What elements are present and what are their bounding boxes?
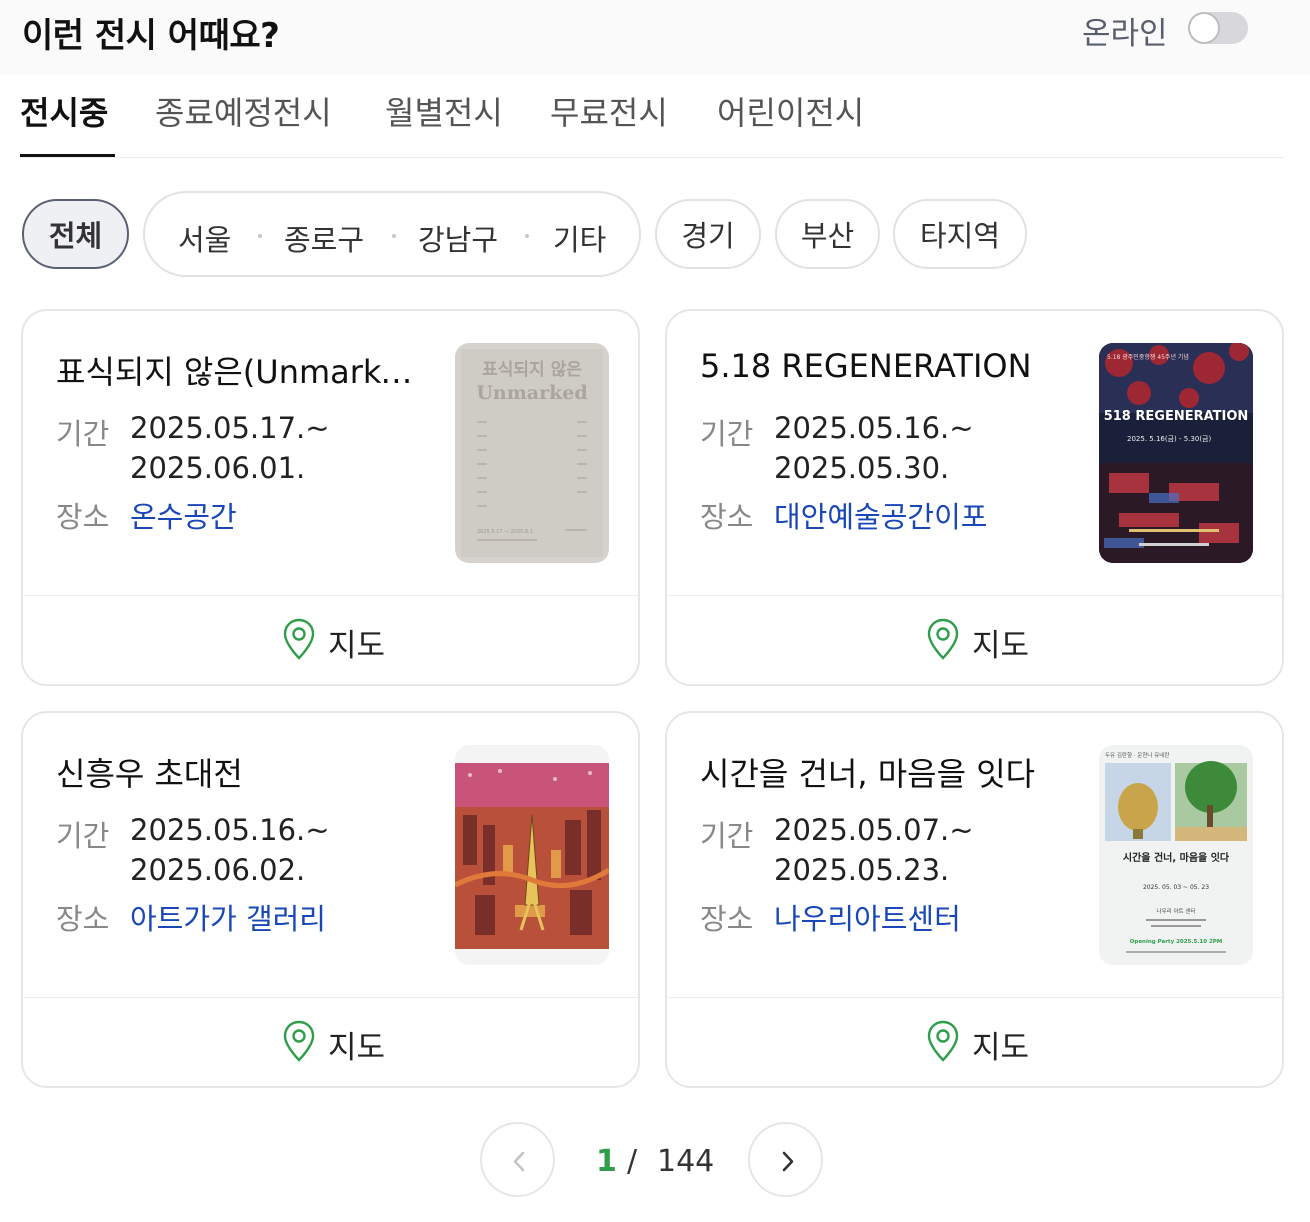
map-pin-icon [927,1020,959,1062]
region-chip-other-regions[interactable]: 타지역 [893,199,1027,269]
period-label: 기간 [56,417,110,451]
period-start: 2025.05.16.~ [130,813,330,847]
region-chip-etc[interactable]: 기타 [553,217,606,259]
region-chip-busan[interactable]: 부산 [775,199,880,269]
period-end: 2025.06.01. [130,451,306,485]
exhibition-card[interactable]: 시간을 건너, 마음을 잇다 기간 2025.05.07.~ 2025.05.2… [665,711,1284,1088]
map-label: 지도 [972,628,1030,664]
online-label: 온라인 [1082,16,1168,52]
tab-kids[interactable]: 어린이전시 [717,88,864,134]
next-page-button[interactable] [748,1122,823,1197]
venue-link[interactable]: 온수공간 [130,494,237,536]
map-button[interactable]: 지도 [667,998,1282,1086]
region-chip-jongno[interactable]: 종로구 [284,217,364,259]
poster-top: 5.18 광주민중항쟁 45주년 기념 [1107,353,1189,361]
separator-dot [392,234,396,238]
exhibition-poster[interactable]: 5.18 광주민중항쟁 45주년 기념 518 REGENERATION 202… [1099,343,1253,563]
poster-dates: 2025. 5.16(금) - 5.30(금) [1127,435,1211,443]
total-pages: 144 [657,1144,715,1179]
map-pin-icon [927,618,959,660]
exhibition-tabs: 전시중 종료예정전시 월별전시 무료전시 어린이전시 [20,78,1284,158]
poster-title: 시간을 건너, 마음을 잇다 [1123,851,1230,864]
tab-free[interactable]: 무료전시 [550,88,668,134]
exhibition-card[interactable]: 5.18 REGENERATION 기간 2025.05.16.~ 2025.0… [665,309,1284,686]
venue-link[interactable]: 아트가가 갤러리 [130,896,326,938]
page-separator: / [627,1144,638,1179]
poster-nauri-image: 두유 김란향 · 운현나 유네란 시간을 건너, 마음을 잇다 2025. 05… [1099,745,1253,965]
exhibition-name[interactable]: 표식되지 않은(Unmarked) [56,347,426,393]
exhibition-poster[interactable]: 표식되지 않은 Unmarked 2025.5.17 — 2025.6.1 [455,343,609,563]
region-chip-group-seoul: 서울 종로구 강남구 기타 [143,191,641,277]
period-start: 2025.05.17.~ [130,411,330,445]
map-label: 지도 [972,1030,1030,1066]
tab-ending-soon[interactable]: 종료예정전시 [155,88,332,134]
period-end: 2025.05.23. [774,853,950,887]
map-pin-icon [283,1020,315,1062]
exhibition-poster[interactable]: 두유 김란향 · 운현나 유네란 시간을 건너, 마음을 잇다 2025. 05… [1099,745,1253,965]
tab-monthly[interactable]: 월별전시 [385,88,503,134]
map-label: 지도 [328,628,386,664]
poster-dates: 2025. 05. 03 ~ 05. 23 [1143,884,1209,891]
venue-link[interactable]: 나우리아트센터 [774,896,961,938]
exhibition-card[interactable]: 신흥우 초대전 기간 2025.05.16.~ 2025.06.02. 장소 아… [21,711,640,1088]
map-button[interactable]: 지도 [667,596,1282,684]
period-start: 2025.05.07.~ [774,813,974,847]
period-end: 2025.06.02. [130,853,306,887]
venue-label: 장소 [56,902,110,936]
region-chip-gyeonggi[interactable]: 경기 [655,199,761,269]
separator-dot [525,234,529,238]
poster-title-en: Unmarked [476,382,587,404]
period-end: 2025.05.30. [774,451,950,485]
chevron-left-icon [513,1151,525,1172]
map-button[interactable]: 지도 [23,596,638,684]
toggle-knob [1188,12,1220,44]
header: 이런 전시 어때요? 온라인 [0,0,1310,75]
exhibition-name[interactable]: 시간을 건너, 마음을 잇다 [700,749,1070,795]
region-chip-seoul[interactable]: 서울 [178,217,231,259]
exhibition-name[interactable]: 5.18 REGENERATION [700,347,1070,385]
venue-label: 장소 [56,500,110,534]
poster-top: 두유 김란향 · 운현나 유네란 [1105,751,1169,759]
page-title: 이런 전시 어때요? [22,16,280,56]
poster-place: 나우리 아트 센터 [1157,907,1196,915]
chevron-right-icon [782,1151,794,1172]
venue-link[interactable]: 대안예술공간이포 [774,494,987,536]
poster-unmarked-image: 표식되지 않은 Unmarked 2025.5.17 — 2025.6.1 [455,343,609,563]
exhibition-poster[interactable] [455,745,609,965]
online-toggle[interactable] [1188,12,1248,44]
prev-page-button[interactable] [480,1122,555,1197]
period-label: 기간 [700,819,754,853]
period-start: 2025.05.16.~ [774,411,974,445]
poster-footer: 2025.5.17 — 2025.6.1 [477,529,533,535]
exhibition-card[interactable]: 표식되지 않은(Unmarked) 기간 2025.05.17.~ 2025.0… [21,309,640,686]
period-label: 기간 [56,819,110,853]
map-label: 지도 [328,1030,386,1066]
exhibition-name[interactable]: 신흥우 초대전 [56,749,426,795]
period-label: 기간 [700,417,754,451]
poster-title-ko: 표식되지 않은 [482,360,582,380]
poster-title: 518 REGENERATION [1104,409,1249,424]
region-chip-all[interactable]: 전체 [22,199,129,269]
tab-ongoing[interactable]: 전시중 [20,88,108,134]
poster-painting-image [455,745,609,965]
separator-dot [258,234,262,238]
venue-label: 장소 [700,500,754,534]
poster-regeneration-image: 5.18 광주민중항쟁 45주년 기념 518 REGENERATION 202… [1099,343,1253,563]
current-page: 1 [596,1144,617,1179]
active-tab-indicator [20,154,115,157]
map-button[interactable]: 지도 [23,998,638,1086]
venue-label: 장소 [700,902,754,936]
map-pin-icon [283,618,315,660]
poster-party: Opening Party 2025.5.10 2PM [1130,939,1223,945]
region-chip-gangnam[interactable]: 강남구 [418,217,498,259]
